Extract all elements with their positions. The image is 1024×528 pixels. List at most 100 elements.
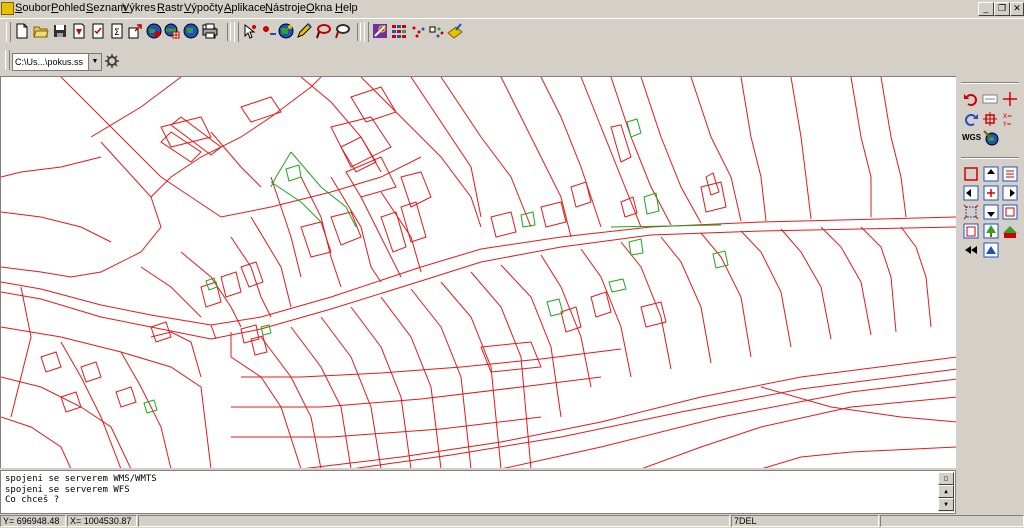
dots-icon[interactable]: [429, 23, 445, 39]
svg-text:X=: X=: [1003, 113, 1012, 120]
menu-label: elp: [342, 2, 358, 14]
close-button[interactable]: ✕: [1010, 2, 1024, 16]
command-line: spojeni se serverem WMS/WMTS: [5, 474, 157, 484]
svg-text:Y=: Y=: [1002, 121, 1012, 127]
wgs-label[interactable]: WGS: [962, 130, 982, 146]
svg-text:Σ: Σ: [114, 28, 120, 38]
menu-rastr[interactable]: Rastr: [157, 2, 183, 14]
x-coordinate: X= 1004530.87: [67, 515, 137, 527]
pencil-icon[interactable]: [296, 23, 312, 39]
maximize-box-icon[interactable]: □: [938, 472, 954, 485]
new-file-icon[interactable]: [14, 23, 30, 39]
toolbar-grip[interactable]: [6, 22, 11, 42]
menu-label: ástroje: [272, 2, 306, 14]
redo-icon[interactable]: [963, 111, 979, 127]
menu-okna[interactable]: Okna: [306, 2, 332, 14]
settings-gear-icon[interactable]: [104, 53, 120, 69]
menu-bar: Soubor Pohled Seznam Výkres Rastr Výpočt…: [0, 0, 1024, 17]
map-canvas[interactable]: [0, 76, 956, 468]
open-folder-icon[interactable]: [33, 23, 49, 39]
status-extra: [880, 515, 1024, 527]
x-value: 1004530.87: [83, 516, 132, 526]
save-icon[interactable]: [52, 23, 68, 39]
note-icon[interactable]: [982, 91, 998, 107]
zoom-box-icon[interactable]: [1002, 204, 1018, 220]
scroll-down-icon[interactable]: ▼: [938, 498, 954, 511]
right-tool-panel: X= Y= WGS: [957, 76, 1024, 468]
globe-icon[interactable]: [183, 23, 199, 39]
app-icon[interactable]: [1, 2, 14, 15]
snap-icon[interactable]: [982, 111, 998, 127]
lasso-red-icon[interactable]: [315, 23, 331, 39]
tools-globe-icon[interactable]: [983, 130, 999, 146]
menu-aplikace[interactable]: Aplikace: [224, 2, 266, 14]
menu-nastroje[interactable]: Nástroje: [265, 2, 306, 14]
menu-vypocty[interactable]: Výpočty: [184, 2, 223, 14]
rewind-icon[interactable]: [963, 242, 979, 258]
y-coordinate: Y= 696948.48: [0, 515, 66, 527]
sigma-icon[interactable]: Σ: [109, 23, 125, 39]
arrow-left-box-icon[interactable]: [963, 185, 979, 201]
scroll-up-icon[interactable]: ▲: [938, 485, 954, 498]
parcel-lines: [1, 77, 956, 468]
menu-seznam[interactable]: Seznam: [86, 2, 126, 14]
bounds-icon[interactable]: [963, 204, 979, 220]
xy-coords-icon[interactable]: X= Y=: [1002, 111, 1018, 128]
export-icon[interactable]: [127, 23, 143, 39]
minimize-button[interactable]: _: [978, 2, 994, 16]
checklist-icon[interactable]: [90, 23, 106, 39]
command-prompt: Co chceš ?: [5, 495, 60, 505]
menu-label: oubor: [22, 2, 51, 14]
plus-box-icon[interactable]: [983, 185, 999, 201]
toolbar-separator: [227, 23, 231, 41]
arrow-right-box-icon[interactable]: [1002, 185, 1018, 201]
doc-box-icon[interactable]: [963, 223, 979, 239]
crosshair-icon[interactable]: [1002, 91, 1018, 107]
green-layer-icon[interactable]: [1002, 223, 1018, 239]
file-select[interactable]: C:\Us...\pokus.ss ▼: [12, 53, 102, 71]
cursor-points-icon[interactable]: [242, 23, 258, 39]
restore-button[interactable]: ❐: [994, 2, 1010, 16]
lasso-dark-icon[interactable]: [334, 23, 350, 39]
arrow-down-box-icon[interactable]: [983, 204, 999, 220]
arrow-up-box-icon[interactable]: [983, 166, 999, 182]
file-select-value: C:\Us...\pokus.ss: [15, 57, 84, 67]
chevron-down-icon[interactable]: ▼: [88, 54, 101, 70]
menu-vykres[interactable]: Výkres: [122, 2, 156, 14]
globe-network-icon[interactable]: [278, 23, 294, 39]
triangle-box-icon[interactable]: [983, 242, 999, 258]
grid-globe-icon[interactable]: [164, 23, 180, 39]
x-label: X=: [70, 516, 82, 526]
toolbar-grip[interactable]: [5, 50, 10, 70]
list-box-icon[interactable]: [1002, 166, 1018, 182]
pdf-icon[interactable]: [71, 23, 87, 39]
panel-separator: [961, 82, 1019, 84]
menu-help[interactable]: Help: [335, 2, 358, 14]
parcel-map[interactable]: [1, 77, 956, 468]
print-icon[interactable]: [202, 23, 218, 39]
tree-icon[interactable]: [983, 223, 999, 239]
map-arrow-icon[interactable]: [447, 23, 463, 39]
panel-separator: [961, 157, 1019, 159]
command-output[interactable]: spojeni se serverem WMS/WMTS spojeni se …: [0, 470, 956, 514]
menu-label: ýkres: [129, 2, 156, 14]
menu-label: kna: [314, 2, 333, 14]
toolbar-separator: [357, 23, 361, 41]
command-line: spojeni se serverem WFS: [5, 484, 130, 495]
undo-icon[interactable]: [963, 91, 979, 107]
command-scrollbar[interactable]: □ ▲ ▼: [938, 472, 954, 512]
menu-pohled[interactable]: Pohled: [51, 2, 85, 14]
file-toolbar: C:\Us...\pokus.ss ▼: [0, 47, 1024, 75]
select-rect-icon[interactable]: [963, 166, 979, 182]
color-grid-icon[interactable]: [391, 23, 407, 39]
red-dot-icon[interactable]: [261, 23, 277, 39]
measure-icon[interactable]: [372, 23, 388, 39]
y-value: 696948.48: [16, 516, 60, 526]
toolbar-grip[interactable]: [364, 22, 369, 42]
menu-label: ýpočty: [191, 2, 224, 14]
toolbar-grip[interactable]: [234, 22, 239, 42]
globe-red-icon[interactable]: [146, 23, 162, 39]
menu-label: ohled: [58, 2, 86, 14]
menu-soubor[interactable]: Soubor: [15, 2, 50, 14]
scatter-icon[interactable]: [410, 23, 426, 39]
